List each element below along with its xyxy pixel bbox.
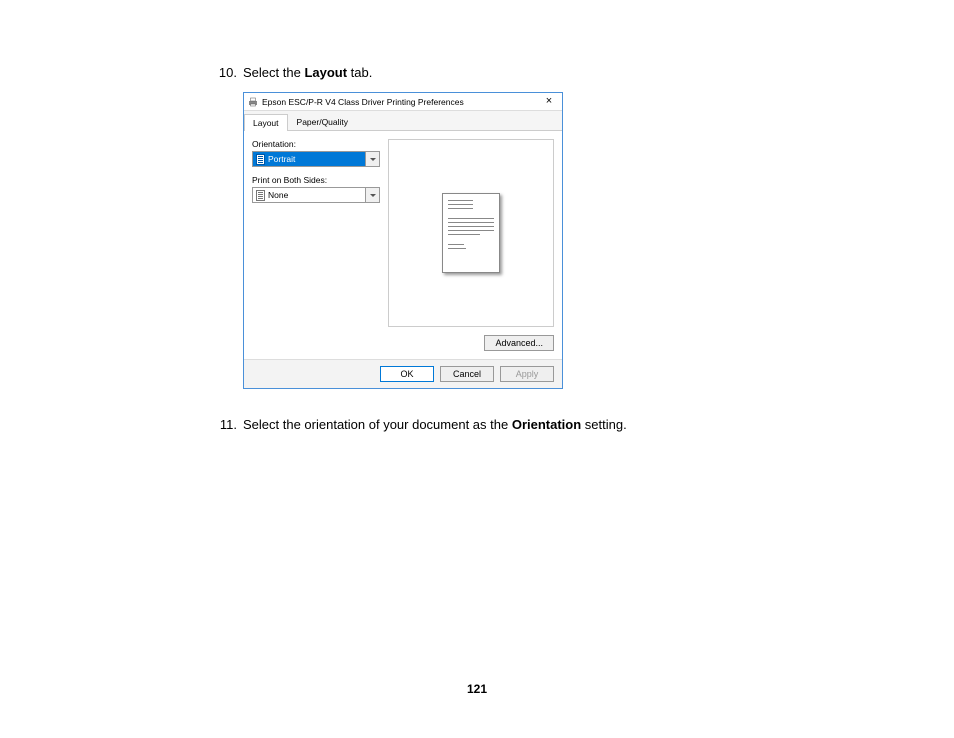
chevron-down-icon[interactable] <box>365 188 379 202</box>
step-text: Select the orientation of your document … <box>243 417 954 432</box>
ok-button[interactable]: OK <box>380 366 434 382</box>
chevron-down-icon[interactable] <box>365 152 379 166</box>
tab-layout[interactable]: Layout <box>244 114 288 131</box>
dialog-title: Epson ESC/P-R V4 Class Driver Printing P… <box>262 97 540 107</box>
printer-icon <box>248 97 258 107</box>
close-button[interactable]: × <box>540 96 558 107</box>
orientation-label: Orientation: <box>252 139 380 149</box>
advanced-row: Advanced... <box>244 331 562 359</box>
combo-value: None <box>253 188 365 202</box>
step-number: 11. <box>215 417 237 432</box>
preview-pane <box>388 139 554 327</box>
document-page: 10. Select the Layout tab. Epson ESC/P-R… <box>0 0 954 432</box>
dialog-body: Orientation: Portrait Print on Both Side… <box>244 131 562 331</box>
text-after: tab. <box>347 65 372 80</box>
printing-preferences-dialog: Epson ESC/P-R V4 Class Driver Printing P… <box>243 92 563 389</box>
text-before: Select the <box>243 65 304 80</box>
page-number: 121 <box>0 682 954 696</box>
advanced-button[interactable]: Advanced... <box>484 335 554 351</box>
settings-column: Orientation: Portrait Print on Both Side… <box>252 139 380 327</box>
text-bold: Layout <box>304 65 347 80</box>
apply-button[interactable]: Apply <box>500 366 554 382</box>
step-text: Select the Layout tab. <box>243 65 954 80</box>
step-number: 10. <box>215 65 237 80</box>
step-11: 11. Select the orientation of your docum… <box>215 417 954 432</box>
page-preview-thumbnail <box>442 193 500 273</box>
orientation-select[interactable]: Portrait <box>252 151 380 167</box>
both-sides-select[interactable]: None <box>252 187 380 203</box>
tab-paper-quality[interactable]: Paper/Quality <box>288 113 358 130</box>
page-icon <box>256 190 265 201</box>
both-sides-value: None <box>268 190 288 200</box>
step-10: 10. Select the Layout tab. <box>215 65 954 80</box>
dialog-footer: OK Cancel Apply <box>244 359 562 388</box>
cancel-button[interactable]: Cancel <box>440 366 494 382</box>
portrait-icon <box>256 154 265 165</box>
text-bold: Orientation <box>512 417 581 432</box>
text-after: setting. <box>581 417 627 432</box>
combo-value: Portrait <box>253 152 365 166</box>
tabs: Layout Paper/Quality <box>244 111 562 131</box>
both-sides-label: Print on Both Sides: <box>252 175 380 185</box>
orientation-value: Portrait <box>268 154 295 164</box>
titlebar: Epson ESC/P-R V4 Class Driver Printing P… <box>244 93 562 111</box>
text-before: Select the orientation of your document … <box>243 417 512 432</box>
screenshot-figure: Epson ESC/P-R V4 Class Driver Printing P… <box>243 92 954 389</box>
